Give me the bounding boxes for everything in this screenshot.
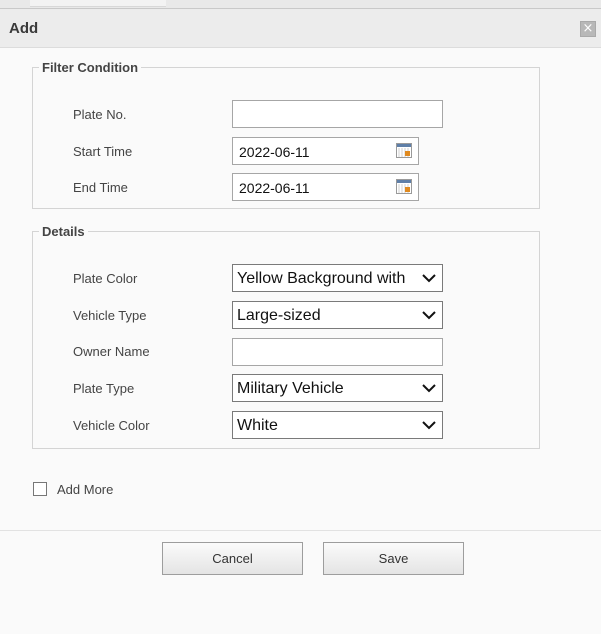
chevron-down-icon [422,384,436,393]
start-time-value: 2022-06-11 [239,144,310,160]
owner-name-input[interactable] [232,338,443,366]
plate-type-label: Plate Type [73,381,135,396]
footer-divider [0,530,601,531]
vehicle-type-label: Vehicle Type [73,308,147,323]
plate-type-value: Military Vehicle [237,380,344,397]
end-time-label: End Time [73,180,128,195]
plate-no-input[interactable] [232,100,443,128]
background-page-strip [0,0,601,8]
close-icon[interactable]: × [580,21,596,37]
save-button[interactable]: Save [323,542,464,575]
start-time-label: Start Time [73,144,133,159]
owner-name-label: Owner Name [73,344,150,359]
cancel-button[interactable]: Cancel [162,542,303,575]
plate-color-label: Plate Color [73,271,138,286]
start-time-field[interactable]: 2022-06-11 [232,137,419,165]
dialog-title: Add [9,20,39,37]
add-more-checkbox[interactable] [33,482,47,496]
filter-condition-legend: Filter Condition [42,60,139,75]
plate-color-value: Yellow Background with [237,270,406,287]
plate-color-select[interactable]: Yellow Background with [232,264,443,292]
vehicle-color-value: White [237,417,278,434]
vehicle-color-select[interactable]: White [232,411,443,439]
vehicle-color-label: Vehicle Color [73,418,150,433]
chevron-down-icon [422,274,436,283]
add-more-label[interactable]: Add More [57,482,113,497]
chevron-down-icon [422,311,436,320]
vehicle-type-value: Large-sized [237,307,321,324]
plate-no-label: Plate No. [73,107,127,122]
vehicle-type-select[interactable]: Large-sized [232,301,443,329]
details-legend: Details [42,224,85,239]
end-time-value: 2022-06-11 [239,180,310,196]
plate-type-select[interactable]: Military Vehicle [232,374,443,402]
chevron-down-icon [422,421,436,430]
dialog-titlebar: Add × [0,9,601,48]
end-time-field[interactable]: 2022-06-11 [232,173,419,201]
calendar-icon[interactable] [396,179,412,194]
background-tab [30,0,166,7]
calendar-icon[interactable] [396,143,412,158]
